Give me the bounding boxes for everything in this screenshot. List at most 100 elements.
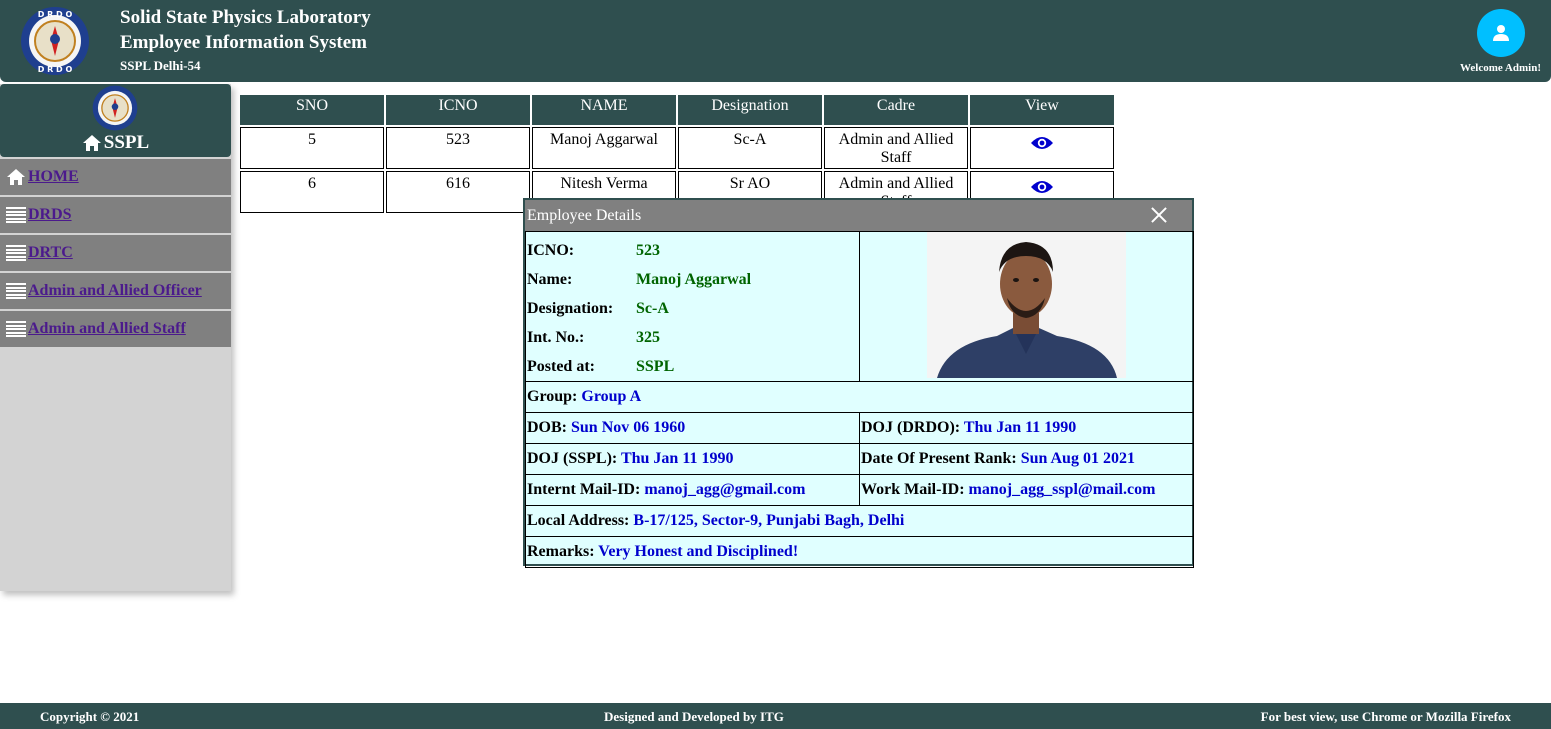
close-icon[interactable]: [1150, 206, 1168, 224]
address-cell: Local Address: B-17/125, Sector-9, Punja…: [525, 505, 1194, 537]
sidebar-item-label[interactable]: HOME: [28, 168, 79, 186]
address-label: Local Address:: [527, 512, 630, 529]
intno-value: 325: [636, 329, 660, 346]
sidebar-item-label[interactable]: DRTC: [28, 244, 73, 262]
name-label: Name:: [527, 271, 573, 288]
location-label: SSPL Delhi-54: [120, 58, 201, 73]
table-header-row: SNO ICNO NAME Designation Cadre View: [240, 95, 1114, 125]
sidebar-item-drtc[interactable]: DRTC: [0, 235, 231, 271]
present-rank-value: Sun Aug 01 2021: [1020, 450, 1135, 467]
details-table: ICNO: 523 Name: Manoj Aggarwal Designati…: [525, 231, 1194, 568]
doj-drdo-value: Thu Jan 11 1990: [963, 419, 1077, 436]
designed-by-text: Designed and Developed by ITG: [604, 709, 784, 724]
column-header-cadre: Cadre: [824, 95, 968, 125]
internet-mail-label: Internt Mail-ID:: [527, 481, 641, 498]
remarks-cell: Remarks: Very Honest and Disciplined!: [525, 536, 1194, 568]
internet-mail-value: manoj_agg@gmail.com: [644, 481, 806, 498]
cell-cadre: Admin and Allied Staff: [824, 127, 968, 169]
sidebar-item-label[interactable]: Admin and Allied Officer: [28, 282, 202, 300]
table-row: 5 523 Manoj Aggarwal Sc-A Admin and Alli…: [240, 127, 1114, 169]
doj-sspl-label: DOJ (SSPL):: [527, 450, 618, 467]
home-icon: [82, 135, 101, 151]
sidebar: SSPL HOME DRDS DRTC Admin and Allied Off…: [0, 84, 231, 591]
present-rank-label: Date Of Present Rank:: [861, 450, 1017, 467]
column-header-view: View: [970, 95, 1114, 125]
dob-cell: DOB: Sun Nov 06 1960: [525, 412, 860, 444]
work-mail-cell: Work Mail-ID: manoj_agg_sspl@mail.com: [859, 474, 1194, 506]
work-mail-value: manoj_agg_sspl@mail.com: [968, 481, 1156, 498]
welcome-text: Welcome Admin!: [1460, 62, 1541, 74]
name-value: Manoj Aggarwal: [636, 271, 752, 288]
sidebar-item-label[interactable]: DRDS: [28, 206, 72, 224]
column-header-sno: SNO: [240, 95, 384, 125]
internet-mail-cell: Internt Mail-ID: manoj_agg@gmail.com: [525, 474, 860, 506]
user-icon: [1493, 25, 1509, 41]
drdo-logo-icon: D R D O D R D O: [21, 7, 89, 75]
app-title: Solid State Physics Laboratory: [120, 7, 371, 28]
home-icon: [7, 169, 25, 185]
sidebar-item-home[interactable]: HOME: [0, 159, 231, 195]
icno-label: ICNO:: [527, 242, 575, 259]
best-view-text: For best view, use Chrome or Mozilla Fir…: [1260, 709, 1511, 724]
group-value: Group A: [581, 388, 642, 405]
sidebar-item-drds[interactable]: DRDS: [0, 197, 231, 233]
svg-text:D R D O: D R D O: [38, 65, 73, 74]
app-subtitle: Employee Information System: [120, 32, 367, 53]
photo-cell: [859, 231, 1194, 382]
header-titles: Solid State Physics Laboratory Employee …: [120, 6, 371, 76]
posted-value: SSPL: [636, 358, 675, 375]
sidebar-item-admin-staff[interactable]: Admin and Allied Staff: [0, 311, 231, 347]
sidebar-header: SSPL: [0, 84, 231, 157]
cell-name: Manoj Aggarwal: [532, 127, 676, 169]
copyright-text: Copyright © 2021: [40, 709, 140, 724]
user-avatar[interactable]: [1477, 9, 1525, 57]
column-header-name: NAME: [532, 95, 676, 125]
sidebar-title[interactable]: SSPL: [0, 132, 231, 154]
intno-label: Int. No.:: [527, 329, 585, 346]
group-label: Group:: [527, 388, 578, 405]
designation-label: Designation:: [527, 300, 614, 317]
doj-drdo-cell: DOJ (DRDO): Thu Jan 11 1990: [859, 412, 1194, 444]
header: D R D O D R D O Solid State Physics Labo…: [0, 0, 1551, 82]
cell-icno: 616: [386, 171, 530, 213]
address-value: B-17/125, Sector-9, Punjabi Bagh, Delhi: [633, 512, 905, 529]
drdo-logo-icon: [92, 85, 138, 131]
menu-icon: [6, 319, 26, 339]
cell-sno: 5: [240, 127, 384, 169]
employee-photo: [927, 232, 1126, 378]
dob-value: Sun Nov 06 1960: [571, 419, 686, 436]
employee-table: SNO ICNO NAME Designation Cadre View 5 5…: [238, 93, 1116, 215]
svg-text:D R D O: D R D O: [38, 10, 73, 19]
menu-icon: [6, 243, 26, 263]
cell-icno: 523: [386, 127, 530, 169]
cell-sno: 6: [240, 171, 384, 213]
icno-value: 523: [636, 242, 660, 259]
column-header-designation: Designation: [678, 95, 822, 125]
menu-icon: [6, 281, 26, 301]
posted-label: Posted at:: [527, 358, 595, 375]
doj-sspl-cell: DOJ (SSPL): Thu Jan 11 1990: [525, 443, 860, 475]
present-rank-cell: Date Of Present Rank: Sun Aug 01 2021: [859, 443, 1194, 475]
doj-drdo-label: DOJ (DRDO):: [861, 419, 961, 436]
dob-label: DOB:: [527, 419, 567, 436]
modal-header: Employee Details: [525, 200, 1192, 231]
eye-icon[interactable]: [1030, 135, 1054, 151]
remarks-value: Very Honest and Disciplined!: [598, 543, 799, 560]
work-mail-label: Work Mail-ID:: [861, 481, 965, 498]
cell-view: [970, 127, 1114, 169]
sidebar-item-label[interactable]: Admin and Allied Staff: [28, 320, 186, 338]
doj-sspl-value: Thu Jan 11 1990: [620, 450, 734, 467]
modal-title: Employee Details: [527, 206, 642, 224]
remarks-label: Remarks:: [527, 543, 595, 560]
cell-designation: Sc-A: [678, 127, 822, 169]
group-cell: Group: Group A: [525, 381, 1194, 413]
sidebar-title-label: SSPL: [103, 132, 150, 153]
menu-icon: [6, 205, 26, 225]
basic-info-cell: ICNO: 523 Name: Manoj Aggarwal Designati…: [525, 231, 860, 382]
sidebar-item-admin-officer[interactable]: Admin and Allied Officer: [0, 273, 231, 309]
footer: Copyright © 2021 Designed and Developed …: [0, 703, 1551, 729]
eye-icon[interactable]: [1030, 179, 1054, 195]
designation-value: Sc-A: [636, 300, 669, 317]
employee-details-modal: Employee Details ICNO: 523 Name: Manoj A…: [523, 198, 1194, 568]
column-header-icno: ICNO: [386, 95, 530, 125]
